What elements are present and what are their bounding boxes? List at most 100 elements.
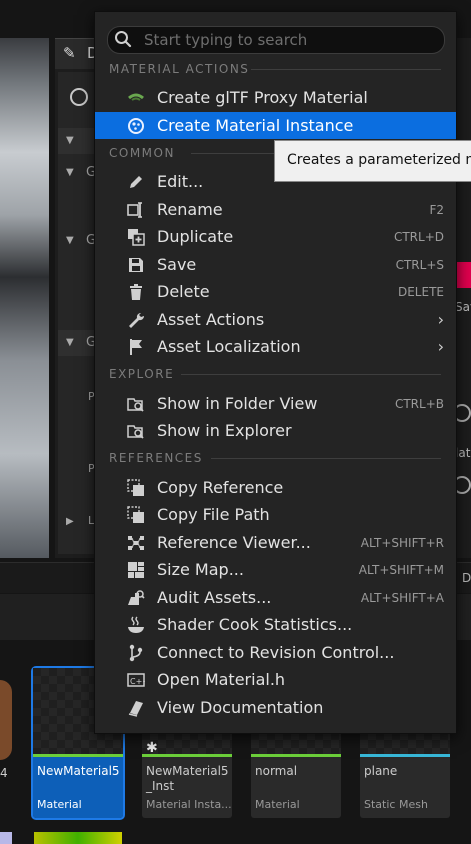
search-icon [115,31,132,48]
menu-item-label: Asset Actions [157,310,265,329]
section-divider [211,458,441,459]
asset-thumbnail [0,832,12,844]
menu-item-label: Rename [157,200,223,219]
shortcut-label: DELETE [397,285,444,299]
size-map-icon [128,562,144,578]
details-row[interactable]: ▼ [58,128,98,154]
menu-item-save[interactable]: Save CTRL+S [95,251,456,278]
caret-down-icon: ▼ [66,167,74,178]
asset-name: plane [364,764,398,778]
menu-item-label: Connect to Revision Control... [157,643,395,662]
menu-item-label: Copy File Path [157,505,270,524]
property-value: lat [455,446,471,460]
asset-name: NewMaterial5 _Inst [146,764,229,793]
menu-item-label: Create Material Instance [157,116,354,135]
shortcut-label: ALT+SHIFT+A [360,591,444,605]
section-divider [181,374,441,375]
caret-down-icon: ▼ [66,135,74,146]
menu-item-duplicate[interactable]: Duplicate CTRL+D [95,223,456,250]
save-icon [129,258,143,272]
menu-item-label: Create glTF Proxy Material [157,88,368,107]
asset-thumbnail [0,680,12,760]
menu-item-reference-viewer[interactable]: Reference Viewer... ALT+SHIFT+R [95,529,456,556]
chevron-right-icon: › [437,337,444,356]
asset-type-bar [142,754,232,757]
menu-item-create-material-instance[interactable]: Create Material Instance [95,112,456,139]
section-material-actions: MATERIAL ACTIONS [109,62,441,76]
search-icon[interactable] [70,88,88,106]
menu-item-label: View Documentation [157,698,324,717]
section-label: COMMON [109,146,175,160]
menu-item-label: Edit... [157,172,204,191]
details-row[interactable]: ▼ G [58,330,98,356]
menu-item-delete[interactable]: Delete DELETE [95,278,456,305]
menu-item-label: Size Map... [157,560,244,579]
menu-item-label: Copy Reference [157,478,284,497]
folder-search-icon [127,425,144,439]
menu-item-shader-cook-statistics[interactable]: Shader Cook Statistics... [95,611,456,638]
section-label: EXPLORE [109,367,175,381]
shader-icon [128,616,144,633]
trash-icon [130,284,142,300]
asset-type-bar [33,754,123,757]
asset-type-bar [251,754,341,757]
search-input[interactable] [142,29,436,51]
toolbar-label: D [462,571,471,585]
asset-type: Material [37,798,82,811]
menu-item-label: Reference Viewer... [157,533,311,552]
menu-item-show-in-explorer[interactable]: Show in Explorer [95,417,456,444]
caret-right-icon[interactable]: ▶ [66,516,74,527]
pencil-icon: ✎ [63,44,76,62]
asset-name: 4 [0,766,8,780]
section-divider [251,69,441,70]
shortcut-label: ALT+SHIFT+R [360,536,444,550]
rename-icon [127,202,142,218]
graph-icon [128,536,144,550]
shortcut-label: ALT+SHIFT+M [358,563,444,577]
gltf-icon [128,93,144,101]
menu-item-asset-localization[interactable]: Asset Localization › [95,333,456,360]
menu-item-copy-reference[interactable]: Copy Reference [95,474,456,501]
details-row[interactable]: ▼ G [58,160,98,186]
menu-item-label: Show in Folder View [157,394,318,413]
menu-item-label: Duplicate [157,227,234,246]
section-label: REFERENCES [109,451,203,465]
copy-icon [127,506,144,523]
pencil-icon [130,176,142,188]
menu-item-open-material-h[interactable]: C++ Open Material.h [95,666,456,693]
menu-item-label: Show in Explorer [157,421,292,440]
menu-item-size-map[interactable]: Size Map... ALT+SHIFT+M [95,556,456,583]
menu-item-audit-assets[interactable]: Audit Assets... ALT+SHIFT+A [95,584,456,611]
menu-item-label: Open Material.h [157,670,286,689]
asset-type: Material [255,798,300,811]
menu-item-label: Audit Assets... [157,588,272,607]
chevron-right-icon: › [437,310,444,329]
menu-search-box[interactable] [107,26,445,54]
menu-item-view-documentation[interactable]: View Documentation [95,694,456,721]
viewport[interactable] [0,38,49,558]
menu-item-rename[interactable]: Rename F2 [95,196,456,223]
menu-item-label: Shader Cook Statistics... [157,615,353,634]
menu-item-copy-file-path[interactable]: Copy File Path [95,501,456,528]
audit-icon [128,590,145,605]
details-row[interactable]: ▼ G [58,228,98,254]
svg-text:C++: C++ [130,677,145,686]
copy-icon [127,479,144,496]
menu-item-label: Asset Localization [157,337,301,356]
material-instance-icon [128,118,144,134]
shortcut-label: CTRL+D [393,230,444,244]
menu-item-create-gltf-proxy[interactable]: Create glTF Proxy Material [95,84,456,111]
asset-type-bar [360,754,450,757]
tooltip: Creates a parameterized m [274,140,471,182]
color-swatch[interactable] [457,262,471,288]
book-icon [128,701,143,717]
duplicate-icon [128,229,145,246]
asset-name: normal [255,764,298,778]
flag-icon [130,339,142,355]
menu-item-show-in-folder-view[interactable]: Show in Folder View CTRL+B [95,390,456,417]
context-menu: MATERIAL ACTIONS Create glTF Proxy Mater… [94,11,457,734]
shortcut-label: CTRL+S [395,258,444,272]
menu-item-connect-revision-control[interactable]: Connect to Revision Control... [95,639,456,666]
menu-item-label: Save [157,255,197,274]
menu-item-asset-actions[interactable]: Asset Actions › [95,306,456,333]
